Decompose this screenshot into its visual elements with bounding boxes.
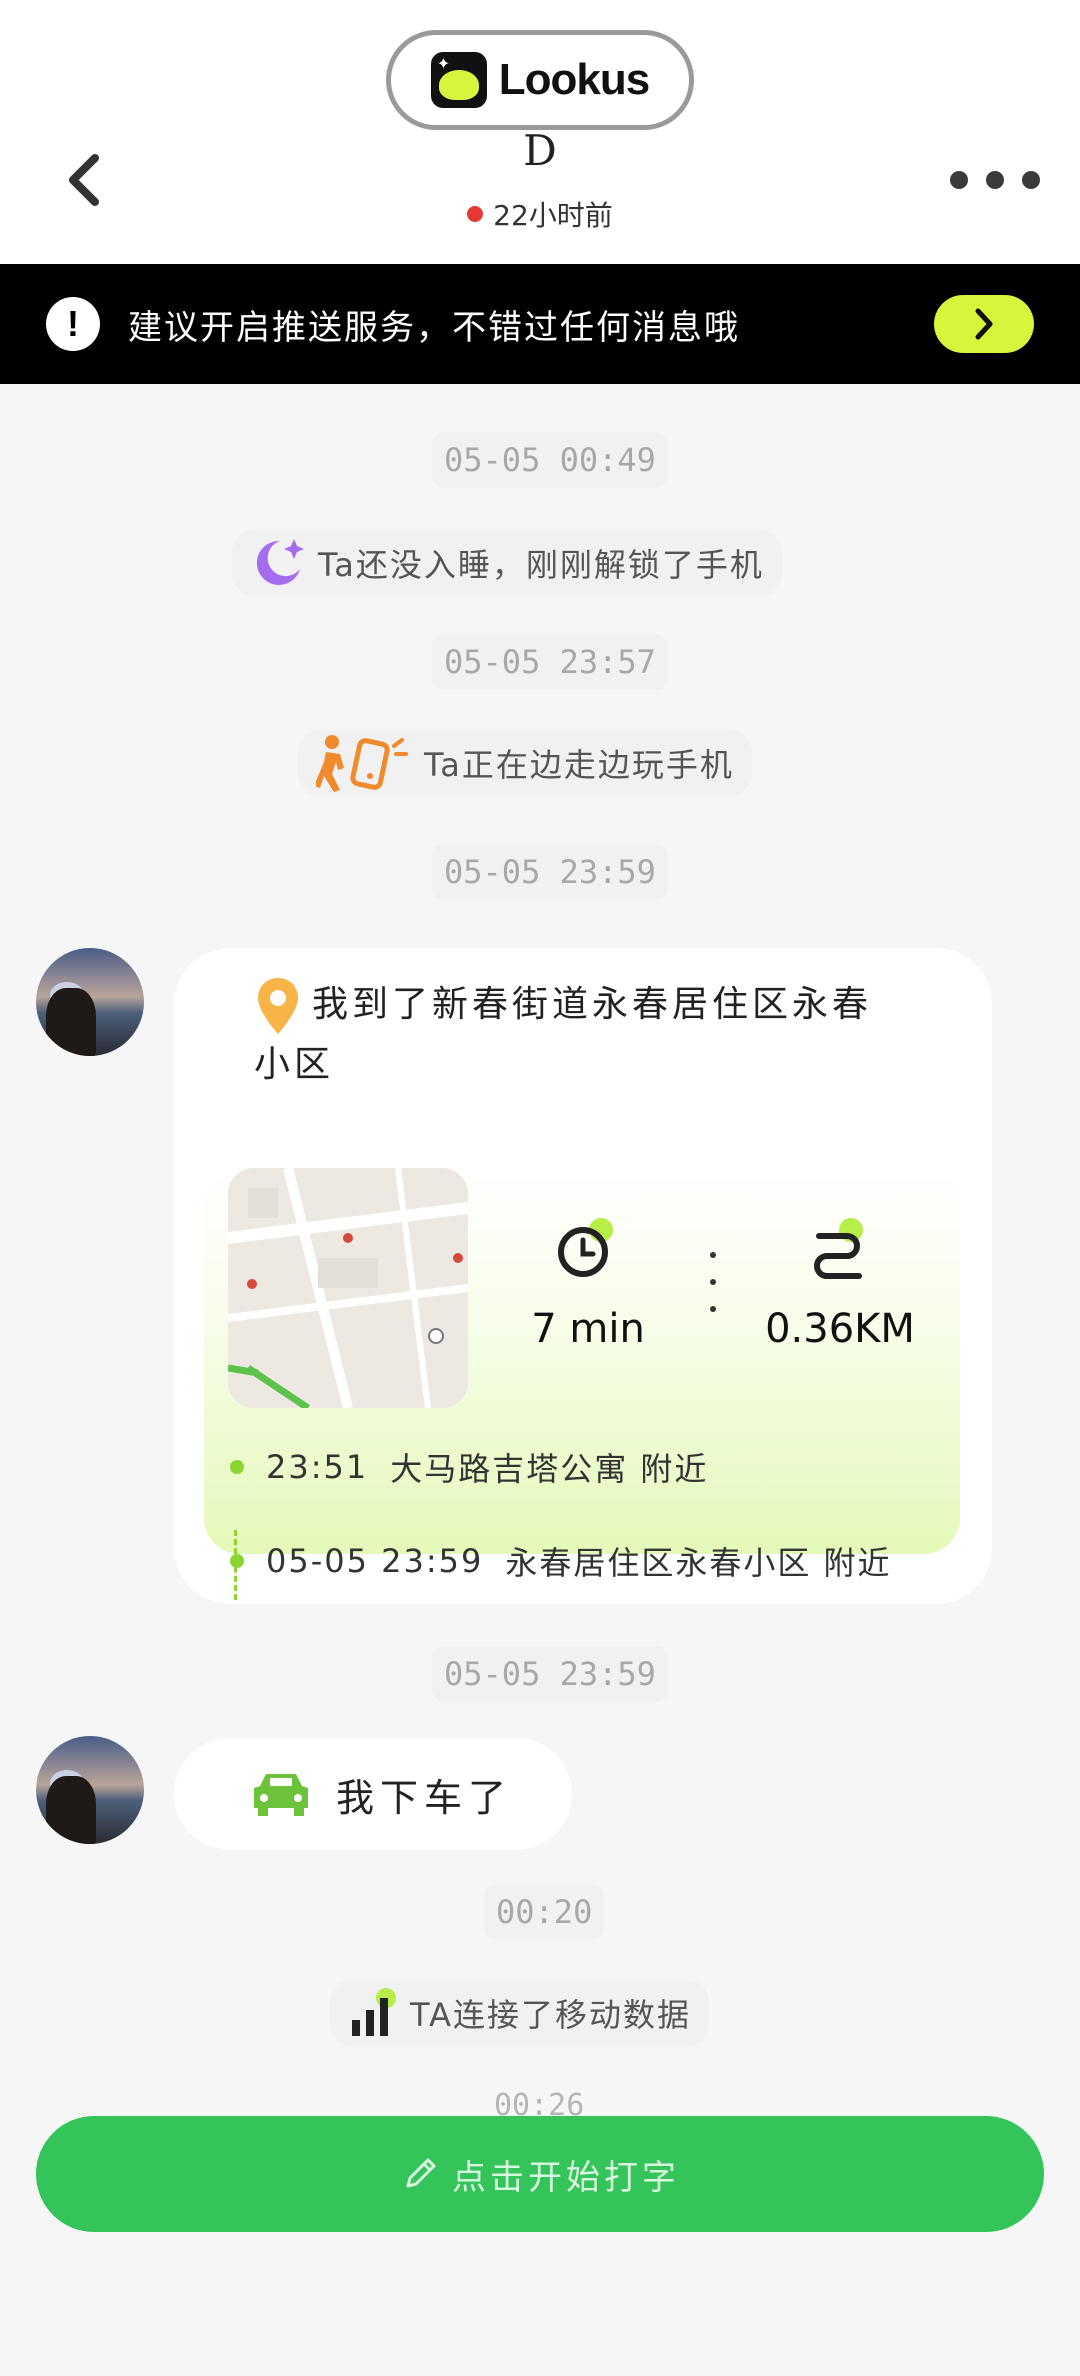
push-banner-text: 建议开启推送服务，不错过任何消息哦 (128, 307, 740, 348)
route-end: 05-05 23:59 永春居住区永春小区 附近 (230, 1538, 892, 1584)
map-thumbnail[interactable] (228, 1168, 468, 1408)
chat-header: ✦ Lookus D 22小时前 (0, 0, 1080, 264)
route-end-place: 永春居住区永春小区 附近 (505, 1544, 892, 1582)
clock-icon (558, 1218, 613, 1277)
map-pin-icon (258, 978, 298, 1034)
last-seen-text: 22小时前 (493, 199, 613, 232)
timestamp: 05-05 00:49 (432, 432, 668, 488)
walking-phone-icon (316, 735, 408, 792)
timestamp: 00:20 (484, 1884, 605, 1940)
route-start-dot (230, 1460, 244, 1474)
push-notification-banner[interactable]: ! 建议开启推送服务，不错过任何消息哦 (0, 264, 1080, 384)
more-dot-icon (950, 171, 968, 189)
event-mobile-data: TA连接了移动数据 (330, 1980, 709, 2046)
start-typing-label: 点击开始打字 (452, 2157, 680, 2198)
event-text: TA连接了移动数据 (410, 1996, 691, 2034)
contact-avatar[interactable] (36, 948, 144, 1056)
route-summary: 7 min 0.36KM 23:51 大马路吉塔公寓 附近 05-05 23:5… (204, 1168, 960, 1600)
event-sleep-unlock: Ta还没入睡，刚刚解锁了手机 (232, 530, 782, 596)
distance-stat: 0.36KM (740, 1216, 940, 1352)
distance-value: 0.36KM (765, 1306, 915, 1352)
last-seen-status: 22小时前 (0, 194, 1080, 234)
pencil-icon (406, 2158, 436, 2188)
route-end-dot (230, 1554, 244, 1568)
app-logo: ✦ Lookus (386, 30, 694, 130)
signal-icon (352, 1988, 396, 2036)
stat-divider (710, 1252, 716, 1312)
timestamp: 05-05 23:59 (432, 844, 668, 900)
route-icon (814, 1218, 863, 1279)
route-start-time: 23:51 (266, 1448, 369, 1486)
start-typing-button[interactable]: 点击开始打字 (36, 2116, 1044, 2232)
route-end-time: 05-05 23:59 (266, 1542, 484, 1580)
event-text: Ta正在边走边玩手机 (424, 746, 734, 784)
timestamp: 05-05 23:57 (432, 634, 668, 690)
location-arrival-card[interactable]: 我到了新春街道永春居住区永春小区 7 min 0.36KM 23:51 大马路吉… (174, 948, 992, 1604)
map-image (228, 1168, 468, 1408)
app-name: Lookus (498, 55, 650, 104)
car-icon (254, 1774, 308, 1816)
route-start-place: 大马路吉塔公寓 附近 (390, 1450, 709, 1488)
more-options-button[interactable] (950, 160, 1040, 200)
contact-avatar[interactable] (36, 1736, 144, 1844)
enable-push-button[interactable] (934, 295, 1034, 353)
timestamp: 05-05 23:59 (432, 1646, 668, 1702)
duration-value: 7 min (531, 1306, 645, 1352)
more-dot-icon (1022, 171, 1040, 189)
message-bubble-car[interactable]: 我下车了 (174, 1738, 572, 1850)
message-text: 我下车了 (336, 1775, 513, 1820)
route-start: 23:51 大马路吉塔公寓 附近 (230, 1444, 708, 1490)
chevron-right-icon (975, 308, 993, 340)
duration-stat: 7 min (488, 1216, 688, 1352)
contact-name: D (523, 126, 557, 175)
status-dot-icon (467, 206, 484, 222)
location-title: 我到了新春街道永春居住区永春小区 (254, 976, 894, 1094)
event-text: Ta还没入睡，刚刚解锁了手机 (318, 546, 764, 584)
more-dot-icon (986, 171, 1004, 189)
location-title-text: 我到了新春街道永春居住区永春小区 (254, 984, 873, 1085)
lookus-logo-icon: ✦ (430, 52, 487, 108)
event-walking-phone: Ta正在边走边玩手机 (298, 730, 752, 796)
moon-icon (256, 539, 304, 585)
exclamation-icon: ! (46, 297, 100, 351)
